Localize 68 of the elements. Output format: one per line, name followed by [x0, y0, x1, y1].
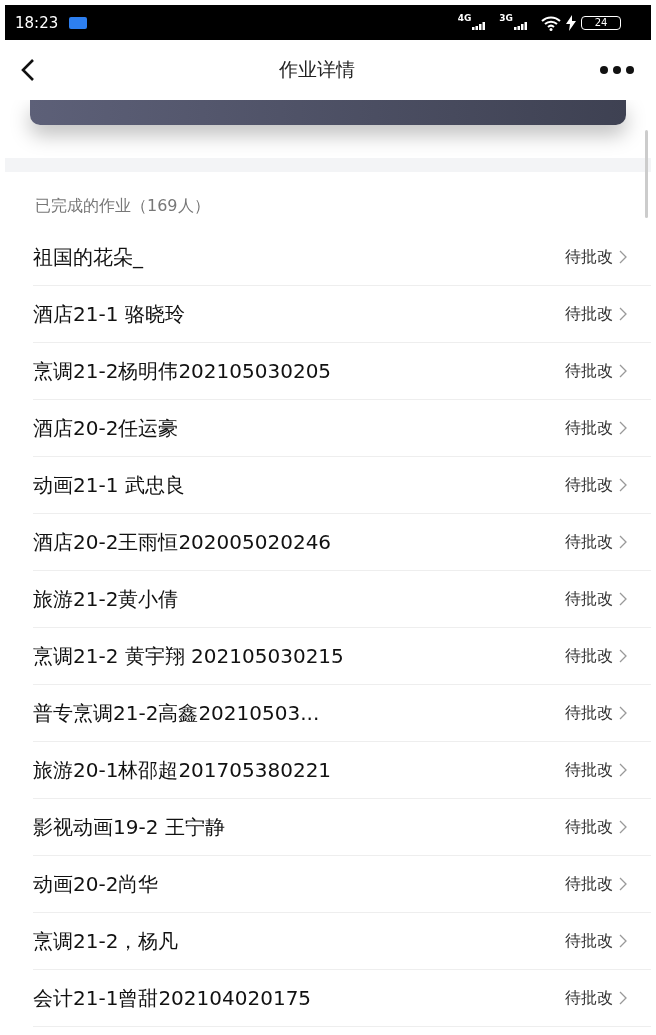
student-name: 酒店20-2任运豪: [33, 414, 180, 442]
student-row[interactable]: 影视动画19-2 王宁静 待批改: [33, 799, 651, 856]
chevron-icon: [619, 934, 627, 948]
chevron-icon: [619, 307, 627, 321]
grading-status: 待批改: [565, 816, 613, 838]
charging-icon: [566, 14, 576, 31]
student-name: 旅游20-1林邵超201705380221: [33, 756, 333, 784]
grading-status: 待批改: [565, 930, 613, 952]
network-label: 3G: [499, 13, 513, 23]
student-row[interactable]: 烹调21-2 黄宇翔 202105030215 待批改: [33, 628, 651, 685]
student-row[interactable]: 动画20-2尚华 待批改: [33, 856, 651, 913]
student-row[interactable]: 动画21-1 武忠良 待批改: [33, 457, 651, 514]
grading-status: 待批改: [565, 531, 613, 553]
grading-status: 待批改: [565, 987, 613, 1009]
grading-status: 待批改: [565, 645, 613, 667]
student-name: 烹调21-2，杨凡: [33, 927, 180, 955]
wifi-icon: [541, 14, 561, 31]
student-name: 普专烹调21-2高鑫20210503...: [33, 699, 321, 727]
student-name: 酒店20-2王雨恒202005020246: [33, 528, 333, 556]
chevron-icon: [619, 820, 627, 834]
student-row[interactable]: 旅游20-1林邵超201705380221 待批改: [33, 742, 651, 799]
student-name: 影视动画19-2 王宁静: [33, 813, 226, 841]
clock-time: 18:23: [15, 13, 59, 32]
chevron-icon: [619, 991, 627, 1005]
chevron-icon: [619, 592, 627, 606]
more-icon: [599, 65, 635, 75]
student-row[interactable]: 烹调21-2，杨凡 待批改: [33, 913, 651, 970]
student-row[interactable]: 会计21-1曾甜202104020175 待批改: [33, 970, 651, 1027]
student-name: 动画20-2尚华: [33, 870, 160, 898]
network-label: 4G: [457, 13, 472, 23]
student-row[interactable]: 酒店20-2任运豪 待批改: [33, 400, 651, 457]
page-title: 作业详情: [279, 57, 355, 82]
student-name: 会计21-1曾甜202104020175: [33, 984, 313, 1012]
grading-status: 待批改: [565, 588, 613, 610]
grading-status: 待批改: [565, 759, 613, 781]
student-row[interactable]: 祖国的花朵_ 待批改: [33, 229, 651, 286]
student-row[interactable]: 酒店20-2王雨恒202005020246 待批改: [33, 514, 651, 571]
chevron-icon: [619, 250, 627, 264]
section-header: 已完成的作业（169人）: [35, 195, 210, 217]
student-row[interactable]: 旅游21-2黄小倩 待批改: [33, 571, 651, 628]
signal-icon: [472, 21, 487, 30]
student-name: 酒店21-1 骆晓玲: [33, 300, 186, 328]
chevron-icon: [619, 877, 627, 891]
chevron-icon: [619, 364, 627, 378]
grading-status: 待批改: [565, 303, 613, 325]
chevron-icon: [619, 706, 627, 720]
grading-status: 待批改: [565, 702, 613, 724]
student-row[interactable]: 普专烹调21-2高鑫20210503... 待批改: [33, 685, 651, 742]
student-name: 旅游21-2黄小倩: [33, 585, 180, 613]
student-row[interactable]: 酒店21-1 骆晓玲 待批改: [33, 286, 651, 343]
grading-status: 待批改: [565, 246, 613, 268]
battery-icon: 24: [581, 15, 621, 30]
student-name: 祖国的花朵_: [33, 243, 145, 271]
signal-icon: [514, 21, 528, 30]
chevron-icon: [619, 421, 627, 435]
student-name: 烹调21-2 黄宇翔 202105030215: [33, 642, 345, 670]
chevron-icon: [619, 535, 627, 549]
chevron-icon: [619, 763, 627, 777]
app-notification-icon: [69, 16, 88, 29]
student-row[interactable]: 烹调21-2杨明伟202105030205 待批改: [33, 343, 651, 400]
grading-status: 待批改: [565, 873, 613, 895]
chevron-icon: [619, 478, 627, 492]
grading-status: 待批改: [565, 360, 613, 382]
chevron-icon: [619, 649, 627, 663]
grading-status: 待批改: [565, 474, 613, 496]
student-name: 动画21-1 武忠良: [33, 471, 186, 499]
grading-status: 待批改: [565, 417, 613, 439]
student-name: 烹调21-2杨明伟202105030205: [33, 357, 333, 385]
